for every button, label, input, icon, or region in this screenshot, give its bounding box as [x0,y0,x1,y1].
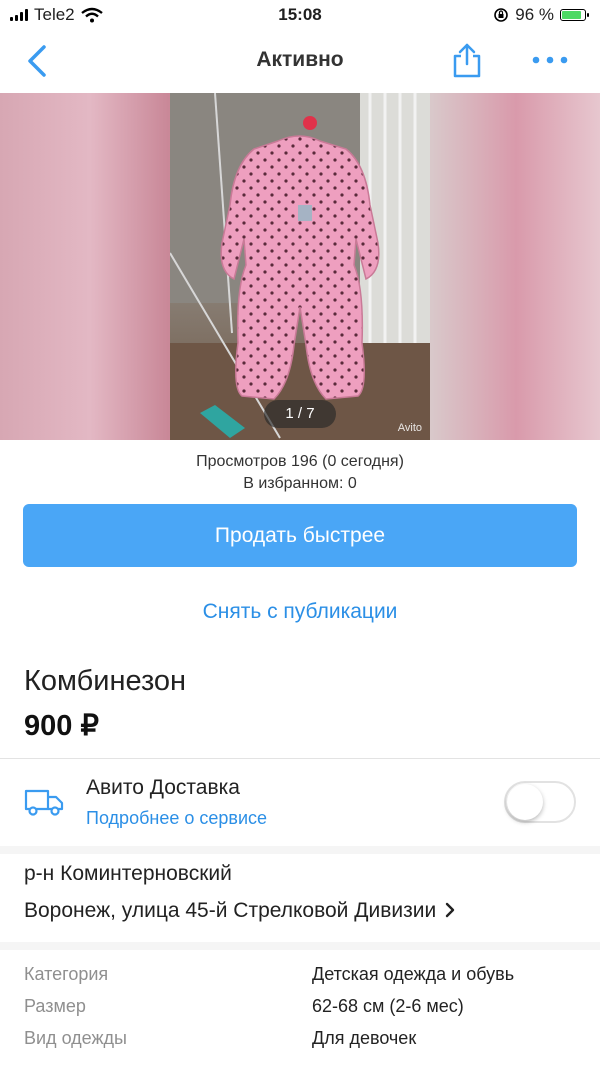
param-value: Для девочек [312,1028,417,1048]
item-price: 900 ₽ [24,710,99,742]
views-count: Просмотров 196 (0 сегодня) [196,453,404,470]
location-district: р-н Коминтерновский [24,862,232,885]
battery-icon [560,9,589,21]
param-label: Категория [24,964,109,984]
truck-icon [24,789,64,816]
battery-percent: 96 % [515,5,554,24]
listing-stats: Просмотров 196 (0 сегодня) В избранном: … [0,451,600,495]
section-separator [0,942,600,950]
more-options-icon[interactable] [530,52,570,68]
photo-gallery[interactable]: 1 / 7 Avito [0,93,600,440]
product-image [170,93,430,440]
delivery-toggle[interactable] [504,781,576,823]
item-params: Категория Детская одежда и обувь Размер … [24,964,584,1060]
nav-bar: Активно [0,30,600,90]
section-separator [0,846,600,854]
page-title: Активно [256,48,344,71]
param-row: Размер 62-68 см (2-6 мес) [24,996,584,1028]
status-bar: Tele2 15:08 96 % [0,0,600,30]
chevron-right-icon [445,902,455,918]
location-address[interactable]: Воронеж, улица 45-й Стрелковой Дивизии [24,899,456,923]
product-photo[interactable]: 1 / 7 Avito [170,93,430,440]
param-row: Категория Детская одежда и обувь [24,964,584,996]
battery-fill [562,11,581,19]
status-right: 96 % [493,5,589,25]
avito-watermark: Avito [397,422,422,434]
unpublish-button[interactable]: Снять с публикации [0,600,600,624]
divider [0,758,600,759]
toggle-knob [507,784,543,820]
favorites-count: В избранном: 0 [243,475,357,492]
param-value: Детская одежда и обувь [312,964,515,984]
item-title: Комбинезон [24,665,187,697]
sell-faster-button[interactable]: Продать быстрее [23,504,577,567]
param-row: Вид одежды Для девочек [24,1028,584,1060]
delivery-title: Авито Доставка [86,776,240,799]
param-label: Размер [24,996,86,1016]
address-text: Воронеж, улица 45-й Стрелковой Дивизии [24,899,437,922]
param-label: Вид одежды [24,1028,127,1048]
param-value: 62-68 см (2-6 мес) [312,996,464,1016]
share-icon[interactable] [450,42,484,78]
rotation-lock-icon [494,8,509,22]
delivery-details-link[interactable]: Подробнее о сервисе [86,808,267,829]
photo-counter: 1 / 7 [264,400,336,428]
